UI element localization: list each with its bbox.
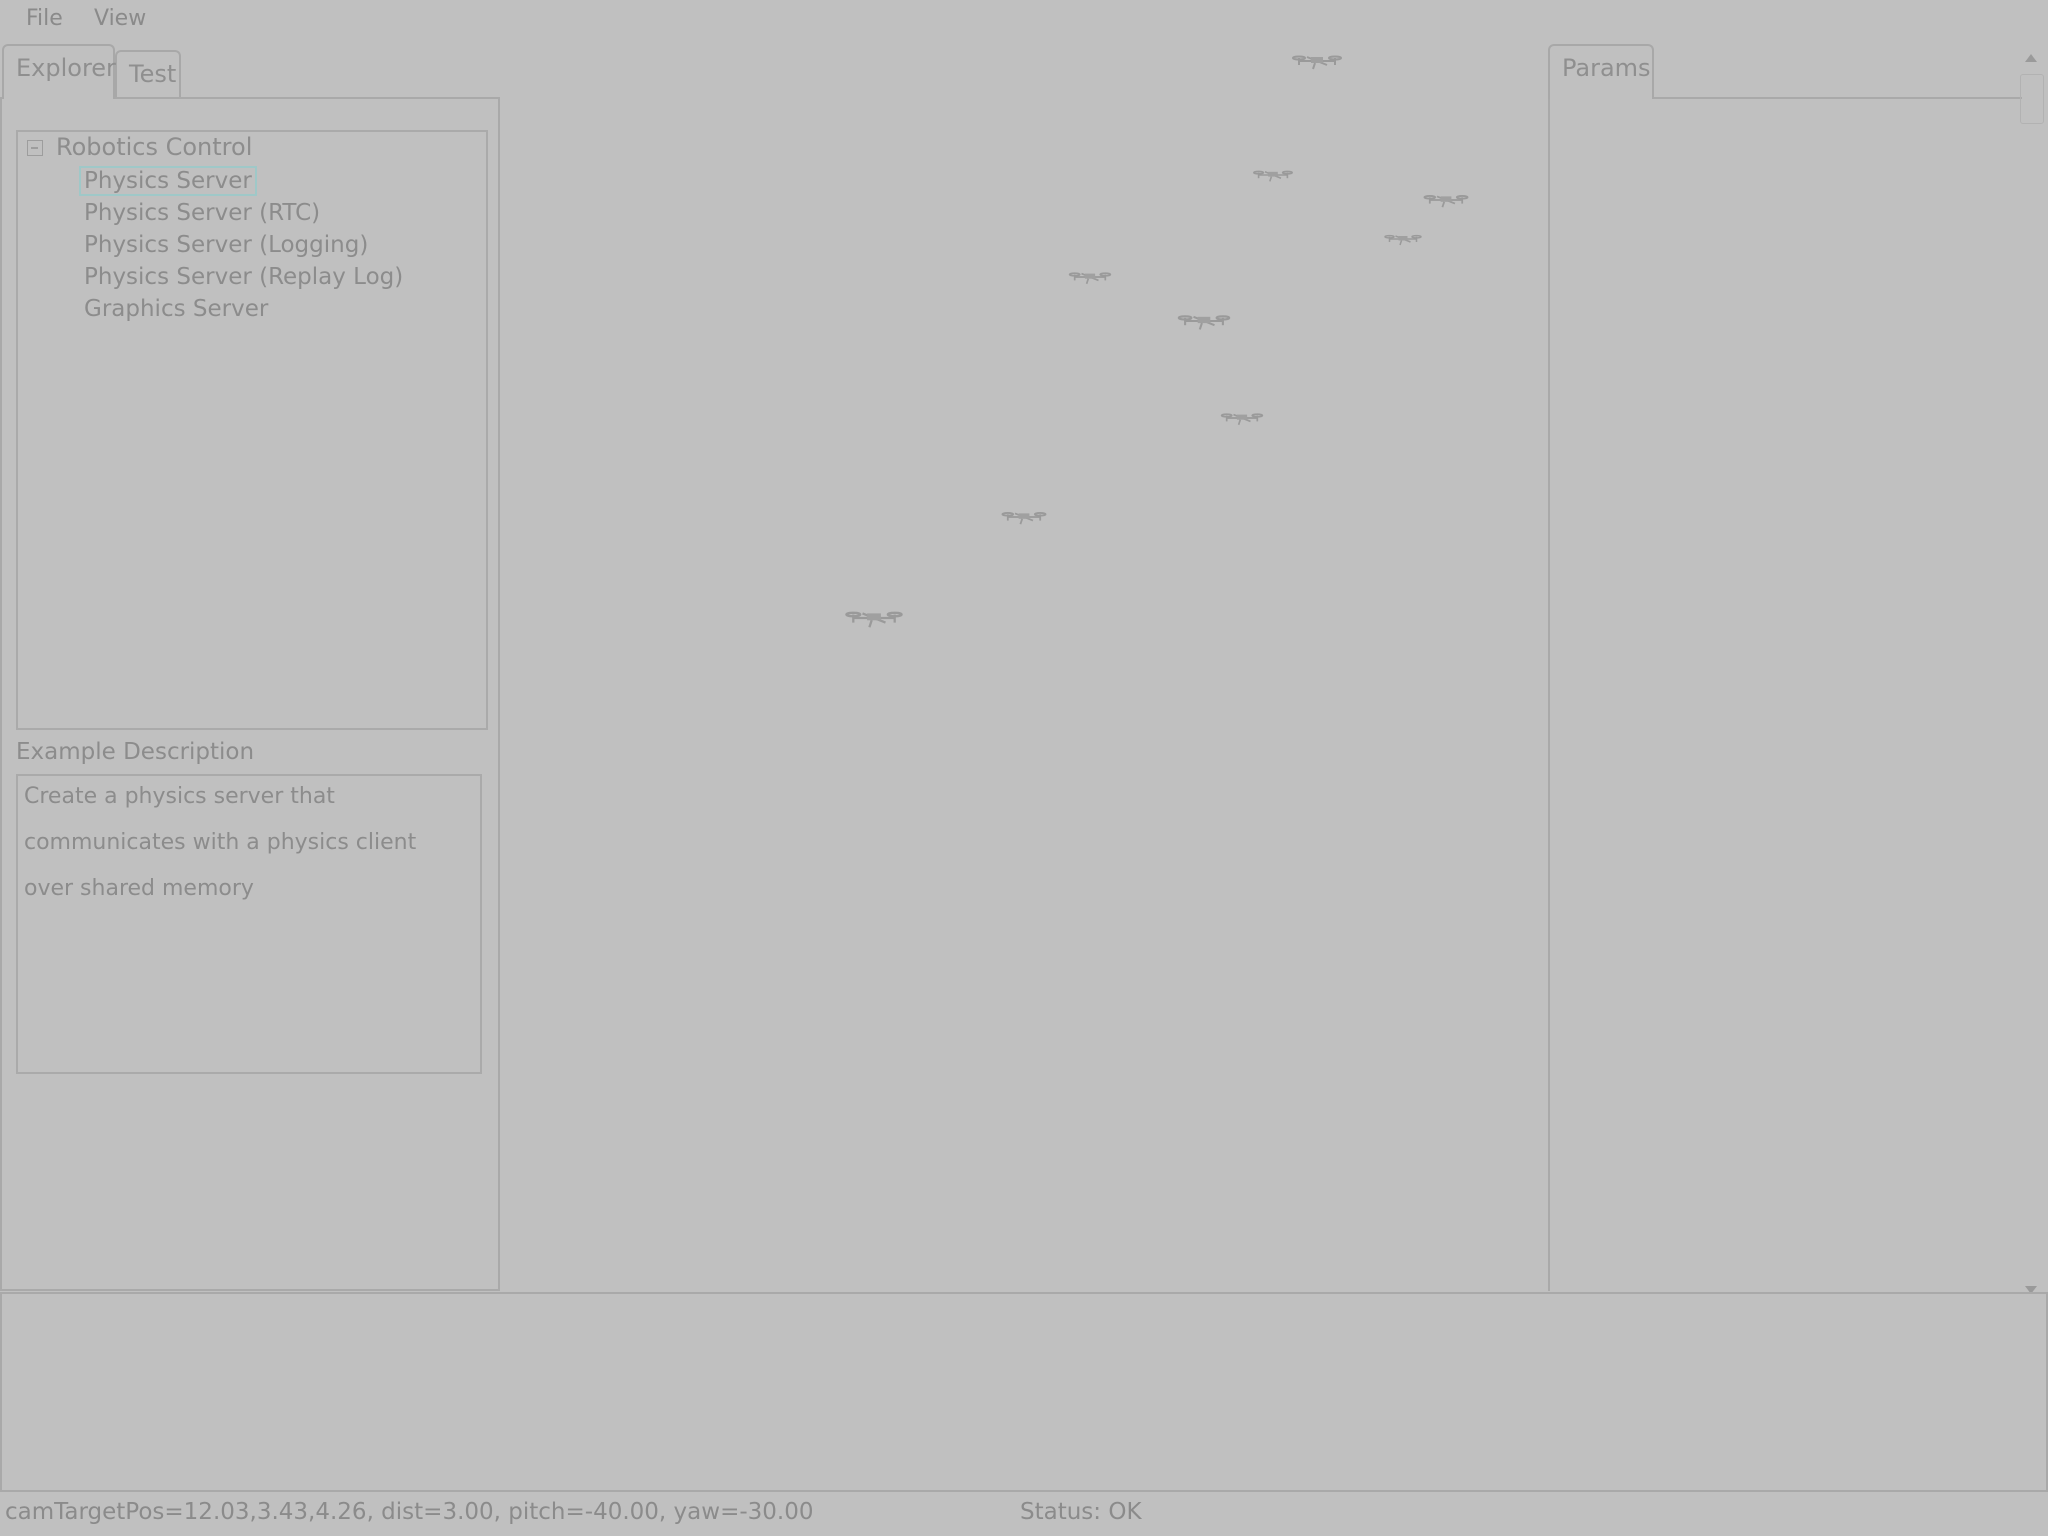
quadcopter-icon[interactable] <box>1384 234 1422 246</box>
tab-test[interactable]: Test <box>115 50 181 98</box>
app-status: Status: OK <box>1020 1499 1142 1525</box>
tab-params-label: Params <box>1562 54 1651 82</box>
tree-item-physics-server-replay-log[interactable]: Physics Server (Replay Log) <box>84 264 403 290</box>
quadcopter-icon[interactable] <box>845 611 903 629</box>
collapse-icon[interactable] <box>27 140 43 156</box>
quadcopter-icon[interactable] <box>1220 413 1264 426</box>
tab-explorer[interactable]: Explorer <box>2 44 116 99</box>
quadcopter-icon[interactable] <box>1177 315 1231 331</box>
example-description-label: Example Description <box>16 739 255 765</box>
app-window: File View Explorer Test Robotics Control… <box>0 0 2048 1536</box>
simulation-viewport[interactable] <box>500 40 1548 1291</box>
params-scrollbar[interactable] <box>2018 44 2046 1294</box>
drone-scene <box>845 55 1469 629</box>
example-description-box <box>16 774 482 1074</box>
tab-test-label: Test <box>129 60 177 88</box>
description-line: over shared memory <box>24 876 254 901</box>
scroll-thumb[interactable] <box>2020 74 2044 124</box>
camera-status: camTargetPos=12.03,3.43,4.26, dist=3.00,… <box>5 1499 814 1525</box>
tab-params[interactable]: Params <box>1548 44 1654 99</box>
params-panel <box>1548 97 2022 1291</box>
console-output[interactable] <box>0 1292 2048 1492</box>
scroll-up-icon[interactable] <box>2025 54 2037 62</box>
tree-item-physics-server-rtc[interactable]: Physics Server (RTC) <box>84 200 320 226</box>
quadcopter-icon[interactable] <box>1423 195 1469 209</box>
description-line: Create a physics server that <box>24 784 335 809</box>
quadcopter-icon[interactable] <box>1292 55 1342 70</box>
tree-root-label[interactable]: Robotics Control <box>56 133 252 161</box>
description-line: communicates with a physics client <box>24 830 417 855</box>
tab-explorer-label: Explorer <box>16 54 116 82</box>
tree-item-physics-server[interactable]: Physics Server <box>79 166 257 196</box>
statusbar: camTargetPos=12.03,3.43,4.26, dist=3.00,… <box>0 1494 2048 1536</box>
tree-item-physics-server-logging[interactable]: Physics Server (Logging) <box>84 232 368 258</box>
menu-view[interactable]: View <box>94 6 146 31</box>
menu-file[interactable]: File <box>26 6 63 31</box>
menubar: File View <box>0 0 2048 40</box>
tree-item-graphics-server[interactable]: Graphics Server <box>84 296 268 322</box>
quadcopter-icon[interactable] <box>1001 512 1047 526</box>
quadcopter-icon[interactable] <box>1068 272 1112 285</box>
params-tab-divider <box>1652 97 2022 99</box>
quadcopter-icon[interactable] <box>1253 170 1293 183</box>
